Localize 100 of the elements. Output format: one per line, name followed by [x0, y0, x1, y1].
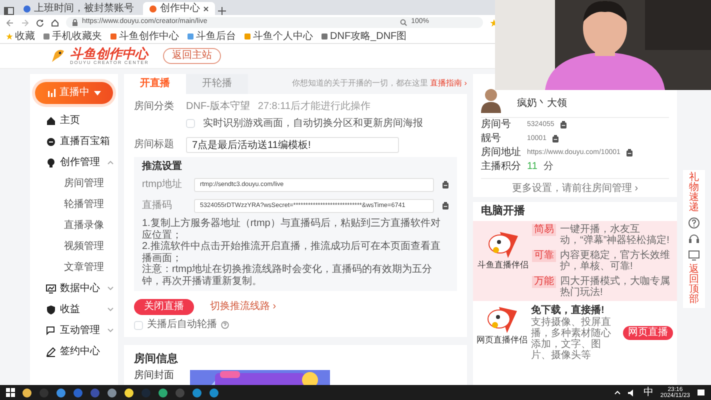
sidebar-item[interactable]: 互动管理 [34, 320, 114, 341]
notification-icon[interactable] [697, 388, 705, 396]
avatar-icon [481, 89, 501, 113]
copy-icon[interactable] [560, 121, 568, 129]
sidebar-item[interactable]: 收益 [34, 299, 114, 320]
logo-text: 斗鱼创作中心 [70, 46, 149, 60]
monitor-icon[interactable] [688, 249, 700, 261]
lock-icon [72, 19, 78, 26]
sidebar-item[interactable]: 直播百宝箱 [34, 131, 114, 152]
checkbox[interactable] [134, 320, 143, 330]
browser-tab[interactable]: 创作中心 [143, 2, 215, 15]
mascot-icon [485, 305, 519, 336]
copy-icon[interactable] [442, 202, 449, 210]
bookmark[interactable]: 斗鱼创作中心 [110, 30, 179, 42]
caret-down-icon[interactable] [94, 90, 100, 96]
bookmark[interactable]: DNF攻略_DNF图 [321, 30, 407, 42]
guide-link[interactable]: 直播指南 › [430, 79, 467, 88]
user-name: 疯奶丶大领 [517, 98, 567, 111]
home-icon[interactable] [51, 18, 59, 26]
page-icon [43, 33, 50, 40]
section-heading: 房间信息 [134, 353, 179, 366]
chevron-down-icon [107, 307, 114, 312]
chevron-down-icon [107, 286, 114, 291]
page-icon [110, 33, 117, 40]
sidebar-subitem[interactable]: 直播录像 [34, 215, 114, 236]
checkbox[interactable] [186, 119, 195, 128]
page-icon [244, 33, 251, 40]
sidebar-item[interactable]: 创作管理 [34, 152, 114, 173]
feature-tag: 万能 [532, 276, 556, 288]
web-live-button[interactable]: 网页直播 [623, 326, 673, 340]
sidebar-item[interactable]: 数据中心 [34, 278, 114, 299]
close-live-button[interactable]: 关闭直播 [134, 299, 194, 315]
feature-tag: 简易 [532, 224, 556, 236]
info-label: 房间号 [481, 119, 512, 131]
score-unit: 分 [543, 161, 554, 173]
feature-tag: 可靠 [532, 250, 556, 262]
page-icon [321, 33, 328, 40]
bar-chart-icon [48, 89, 56, 97]
sidebar-item[interactable]: 主页 [34, 110, 114, 131]
side-link[interactable]: 返回顶部 [689, 265, 699, 305]
copy-icon[interactable] [626, 149, 634, 157]
sidebar-subitem[interactable]: 视频管理 [34, 236, 114, 257]
ime-indicator[interactable]: 中 [643, 386, 654, 398]
promo-text: 支持摄像、投屏直播，多种素材随心添加，文字、图片、摄像头等 [531, 317, 612, 362]
section-heading: 推流设置 [142, 161, 183, 173]
zoom-icon [400, 18, 408, 26]
close-icon[interactable] [203, 6, 209, 12]
sidebar-subitem[interactable]: 轮播管理 [34, 194, 114, 215]
bookmark[interactable]: 斗鱼后台 [187, 30, 236, 42]
switch-link[interactable]: 切换推流线路 › [210, 301, 276, 313]
sidebar-item[interactable]: 签约中心 [34, 341, 114, 362]
browser-tab[interactable]: 上班时间，被封禁账号 [17, 2, 140, 15]
field-label: 房间封面 [134, 370, 174, 384]
help-icon[interactable] [221, 321, 229, 329]
shield-icon [46, 304, 56, 314]
chevron-down-icon [107, 328, 114, 333]
app-name: 网页直播伴侣 [476, 336, 528, 346]
chevron-up-icon [107, 160, 114, 165]
back-icon[interactable] [6, 18, 14, 26]
field-label: 直播码 [142, 200, 173, 212]
sidebar-subitem[interactable]: 房间管理 [34, 173, 114, 194]
copy-icon[interactable] [442, 180, 449, 188]
promo-title: 免下载，直接播! [531, 305, 606, 316]
settings-link[interactable]: 更多设置，请前往房间管理 › [512, 183, 638, 194]
info-label: 主播积分 [481, 161, 521, 173]
page-icon [187, 33, 194, 40]
help-icon[interactable] [688, 217, 700, 229]
category-note: 27:8:11后才能进行此操作 [258, 100, 371, 112]
mascot-icon [486, 230, 520, 260]
reload-icon[interactable] [36, 18, 44, 26]
bookmark[interactable]: 收藏 [6, 30, 35, 42]
note-text: 注意：rtmp地址在切换推流线路时会变化，直播码的有效期为五分钟，再次开播请重新复制。 [142, 264, 433, 287]
field-label: 房间标题 [134, 138, 175, 150]
app-name: 斗鱼直播伴侣 [478, 261, 528, 272]
field-label: rtmp地址 [142, 178, 183, 190]
title-field[interactable]: 7点是最后活动送11编模板! [186, 136, 399, 152]
chat-icon [46, 326, 56, 336]
bookmark[interactable]: 斗鱼个人中心 [244, 30, 313, 42]
plus-icon[interactable] [218, 7, 226, 15]
start-icon[interactable] [6, 388, 15, 397]
headset-icon[interactable] [688, 233, 700, 245]
globe-icon [23, 4, 31, 12]
feature-text: 内容更稳定，官方长效维护，单核、可靠! [560, 250, 671, 272]
copy-icon[interactable] [552, 135, 560, 143]
chevron-up-icon[interactable] [614, 390, 622, 395]
back-button[interactable]: 返回主站 [162, 48, 221, 64]
fish-logo-icon [50, 48, 66, 64]
chart-icon [46, 284, 56, 294]
feature-text: 一键开播，水友互动，“弹幕”神器轻松搞定! [560, 224, 670, 246]
bookmark[interactable]: 手机收藏夹 [43, 30, 102, 42]
fish-icon [149, 4, 157, 12]
note-text: 1.复制上方服务器地址（rtmp）与直播码后，粘贴到三方直播软件对应位置； [142, 218, 442, 240]
sidebar-icon[interactable] [4, 7, 14, 15]
feature-text: 四大开播模式，大咖专属热门玩法! [560, 276, 671, 298]
score-value: 11 [527, 161, 538, 173]
pen-icon [46, 346, 56, 356]
info-label: 房间地址 [481, 147, 521, 159]
side-link[interactable]: 礼物速递 [689, 173, 699, 213]
home-icon [46, 116, 56, 126]
sidebar-subitem[interactable]: 文章管理 [34, 257, 114, 278]
